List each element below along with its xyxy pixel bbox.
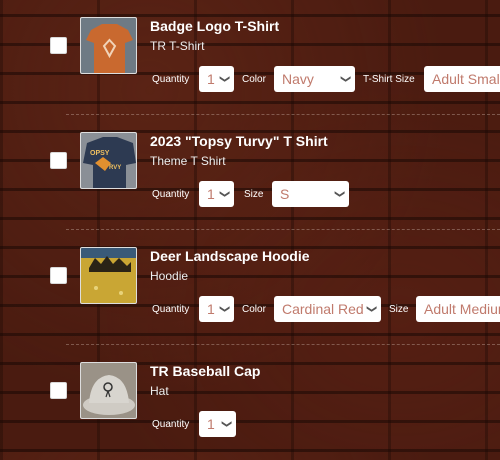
product-subtitle: Theme T Shirt <box>150 154 226 168</box>
yellow-hoodie-image <box>80 247 137 304</box>
product-title: 2023 "Topsy Turvy" T Shirt <box>150 133 328 149</box>
select-checkbox[interactable] <box>50 382 67 399</box>
quantity-select[interactable]: 1 ❯ <box>199 296 234 322</box>
chevron-down-icon: ❯ <box>220 419 232 429</box>
quantity-label: Quantity <box>152 419 190 430</box>
color-label: Color <box>242 304 266 315</box>
select-checkbox[interactable] <box>50 152 67 169</box>
size-label: Size <box>244 189 264 200</box>
product-subtitle: Hoodie <box>150 269 189 283</box>
product-item-deer-landscape-hoodie: Deer Landscape Hoodie Hoodie Quantity 1 … <box>0 230 500 345</box>
tshirt-size-select[interactable]: Adult Small <box>424 66 500 92</box>
product-item-badge-logo-tshirt: Badge Logo T-Shirt TR T-Shirt Quantity 1… <box>0 0 500 115</box>
chevron-down-icon: ❯ <box>365 304 377 314</box>
select-checkbox[interactable] <box>50 37 67 54</box>
size-label: Size <box>389 304 409 315</box>
gray-cap-image <box>80 362 137 419</box>
color-select[interactable]: Navy ❯ <box>274 66 355 92</box>
size-select[interactable]: Adult Medium <box>416 296 500 322</box>
navy-tshirt-image: OPSY RVY <box>80 132 137 189</box>
size-value: S <box>280 186 290 202</box>
color-value: Navy <box>282 71 314 87</box>
chevron-down-icon: ❯ <box>218 304 230 314</box>
color-select[interactable]: Cardinal Red ❯ <box>274 296 381 322</box>
chevron-down-icon: ❯ <box>218 74 230 84</box>
quantity-label: Quantity <box>152 189 190 200</box>
product-title: Badge Logo T-Shirt <box>150 18 280 34</box>
product-subtitle: Hat <box>150 384 169 398</box>
size-value: Adult Medium <box>424 301 500 317</box>
chevron-down-icon: ❯ <box>333 189 345 199</box>
size-value: Adult Small <box>432 71 500 87</box>
quantity-label: Quantity <box>152 304 190 315</box>
svg-text:OPSY: OPSY <box>90 150 110 157</box>
quantity-select[interactable]: 1 ❯ <box>199 411 236 437</box>
quantity-select[interactable]: 1 ❯ <box>199 66 234 92</box>
product-item-topsy-turvy-tshirt: OPSY RVY 2023 "Topsy Turvy" T Shirt Them… <box>0 115 500 230</box>
color-value: Cardinal Red <box>282 301 364 317</box>
orange-tshirt-image <box>80 17 137 74</box>
tshirt-size-label: T-Shirt Size <box>363 74 415 85</box>
product-item-tr-baseball-cap: TR Baseball Cap Hat Quantity 1 ❯ <box>0 345 500 460</box>
chevron-down-icon: ❯ <box>218 189 230 199</box>
select-checkbox[interactable] <box>50 267 67 284</box>
size-select[interactable]: S ❯ <box>272 181 349 207</box>
product-subtitle: TR T-Shirt <box>150 39 205 53</box>
chevron-down-icon: ❯ <box>339 74 351 84</box>
product-title: TR Baseball Cap <box>150 363 261 379</box>
color-label: Color <box>242 74 266 85</box>
product-title: Deer Landscape Hoodie <box>150 248 310 264</box>
quantity-label: Quantity <box>152 74 190 85</box>
quantity-select[interactable]: 1 ❯ <box>199 181 234 207</box>
svg-text:RVY: RVY <box>109 165 121 171</box>
